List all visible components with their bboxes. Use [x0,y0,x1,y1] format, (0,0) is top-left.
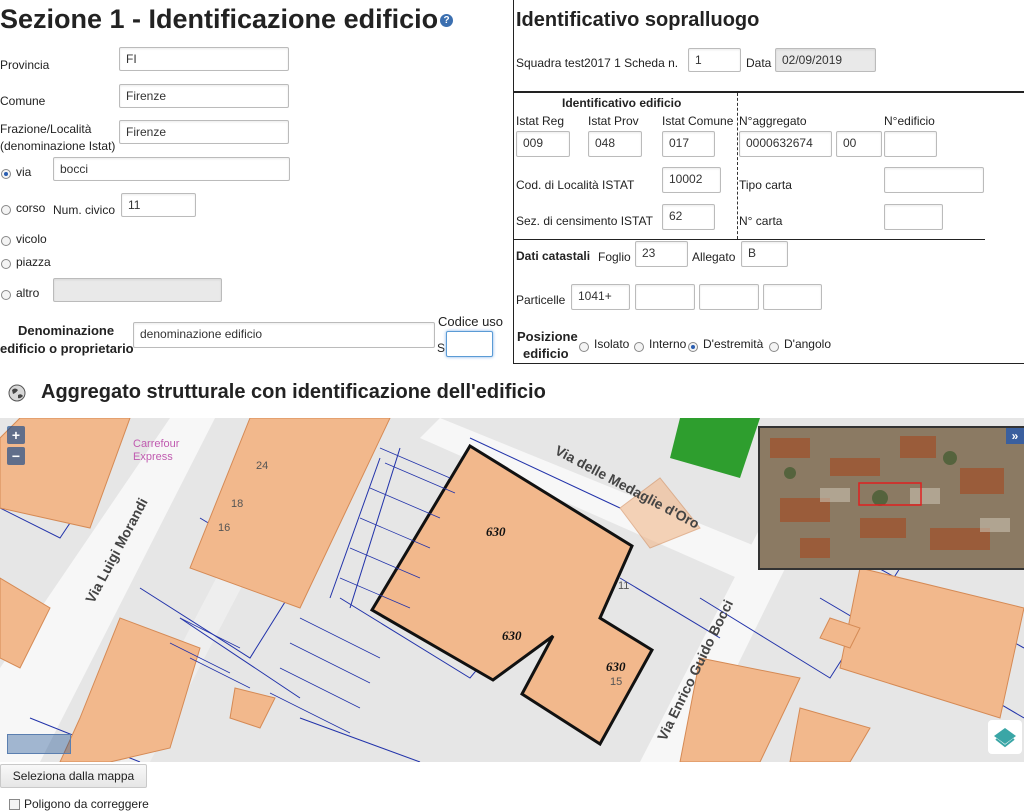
allegato-label: Allegato [692,250,736,264]
poi-carrefour: Carrefour Express [133,438,180,463]
frazione-label: Frazione/Località [0,122,92,136]
posizione-label: Posizione [517,329,578,344]
poligono-checkbox[interactable] [9,799,20,810]
scheda-input[interactable]: 1 [688,48,741,72]
posizione-sublabel: edificio [523,346,569,361]
altro-input[interactable] [53,278,222,302]
codice-uso-label: Codice uso [438,314,504,329]
radio-piazza-label: piazza [16,255,51,269]
denominazione-sublabel: edificio o proprietario [0,341,134,356]
radio-piazza[interactable] [1,259,11,269]
frazione-input[interactable]: Firenze [119,120,289,144]
aggregato-title: Aggregato strutturale con identificazion… [41,381,546,403]
section1-title: Sezione 1 - Identificazione edificio? [0,4,454,35]
squadra-label: Squadra test2017 1 Scheda n. [516,56,679,70]
aggregato-input[interactable]: 0000632674 [739,131,832,157]
house-number-11: 11 [618,580,630,592]
istat-reg-label: Istat Reg [516,114,565,128]
zoom-in-button[interactable]: + [7,426,25,444]
house-number-16: 16 [218,522,231,534]
scale-bar [7,734,71,754]
tipo-carta-label: Tipo carta [739,178,792,192]
radio-interno-label: Interno [649,337,687,351]
radio-vicolo-label: vicolo [16,232,47,246]
denominazione-input[interactable]: denominazione edificio [133,322,435,348]
radio-isolato[interactable] [579,342,589,352]
censimento-input[interactable]: 62 [662,204,715,230]
particella-input-3[interactable] [699,284,759,310]
radio-corso[interactable] [1,205,11,215]
building-label-1: 630 [486,524,506,539]
building-label-3: 630 [606,659,626,674]
aggregato-suffix-input[interactable]: 00 [836,131,882,157]
nedificio-input[interactable] [884,131,937,157]
aggregato-label: N°aggregato [739,114,807,128]
house-number-15: 15 [610,676,623,688]
foglio-label: Foglio [598,250,631,264]
house-number-18: 18 [231,498,244,510]
comune-input[interactable]: Firenze [119,84,289,108]
layers-icon[interactable] [988,720,1022,754]
edificio-dashed-divider [737,93,738,239]
civico-input[interactable]: 11 [121,193,196,217]
particella-input-2[interactable] [635,284,695,310]
istat-prov-label: Istat Prov [588,114,639,128]
tipo-carta-input[interactable] [884,167,984,193]
particella-input-1[interactable]: 1041+ [571,284,630,310]
radio-angolo-label: D'angolo [784,337,831,351]
allegato-input[interactable]: B [741,241,788,267]
catastali-divider [513,239,985,240]
data-input[interactable]: 02/09/2019 [775,48,876,72]
localita-label: Cod. di Località ISTAT [516,178,635,192]
istat-comune-input[interactable]: 017 [662,131,715,157]
right-panel-border-bottom [513,363,1024,364]
localita-input[interactable]: 10002 [662,167,721,193]
radio-interno[interactable] [634,342,644,352]
radio-via-label: via [16,165,32,179]
censimento-label: Sez. di censimento ISTAT [516,214,653,228]
codice-uso-prefix: S [437,341,446,355]
radio-via[interactable] [1,169,11,179]
particelle-label: Particelle [516,293,566,307]
provincia-input[interactable]: FI [119,47,289,71]
zoom-out-button[interactable]: − [7,447,25,465]
frazione-sublabel: (denominazione Istat) [0,139,116,153]
istat-reg-input[interactable]: 009 [516,131,570,157]
nedificio-label: N°edificio [884,114,935,128]
codice-uso-input[interactable] [446,331,493,357]
radio-altro-label: altro [16,286,40,300]
istat-prov-input[interactable]: 048 [588,131,642,157]
right-panel-divider [513,91,1024,93]
ncarta-input[interactable] [884,204,943,230]
ncarta-label: N° carta [739,214,783,228]
sopralluogo-title: Identificativo sopralluogo [516,9,760,31]
radio-altro[interactable] [1,290,11,300]
right-panel-border-left [513,0,514,364]
comune-label: Comune [0,94,46,108]
house-number-26: 24 [256,460,269,472]
via-input[interactable]: bocci [53,157,290,181]
select-from-map-button[interactable]: Seleziona dalla mappa [0,764,147,788]
radio-isolato-label: Isolato [594,337,630,351]
radio-vicolo[interactable] [1,236,11,246]
denominazione-label: Denominazione [18,323,115,338]
building-label-2: 630 [502,628,522,643]
radio-estremita[interactable] [688,342,698,352]
data-label: Data [746,56,772,70]
provincia-label: Provincia [0,58,50,72]
edificio-header: Identificativo edificio [562,96,682,110]
globe-icon [8,384,26,405]
poligono-label: Poligono da correggere [24,797,149,811]
civico-label: Num. civico [53,203,116,217]
foglio-input[interactable]: 23 [635,241,688,267]
question-circle-icon[interactable]: ? [440,14,454,28]
catastali-label: Dati catastali [516,249,591,263]
istat-comune-label: Istat Comune [662,114,734,128]
overview-minimap[interactable]: » [758,426,1024,570]
radio-estremita-label: D'estremità [703,337,764,351]
radio-angolo[interactable] [769,342,779,352]
radio-corso-label: corso [16,201,46,215]
particella-input-4[interactable] [763,284,822,310]
minimap-toggle-button[interactable]: » [1006,428,1024,444]
